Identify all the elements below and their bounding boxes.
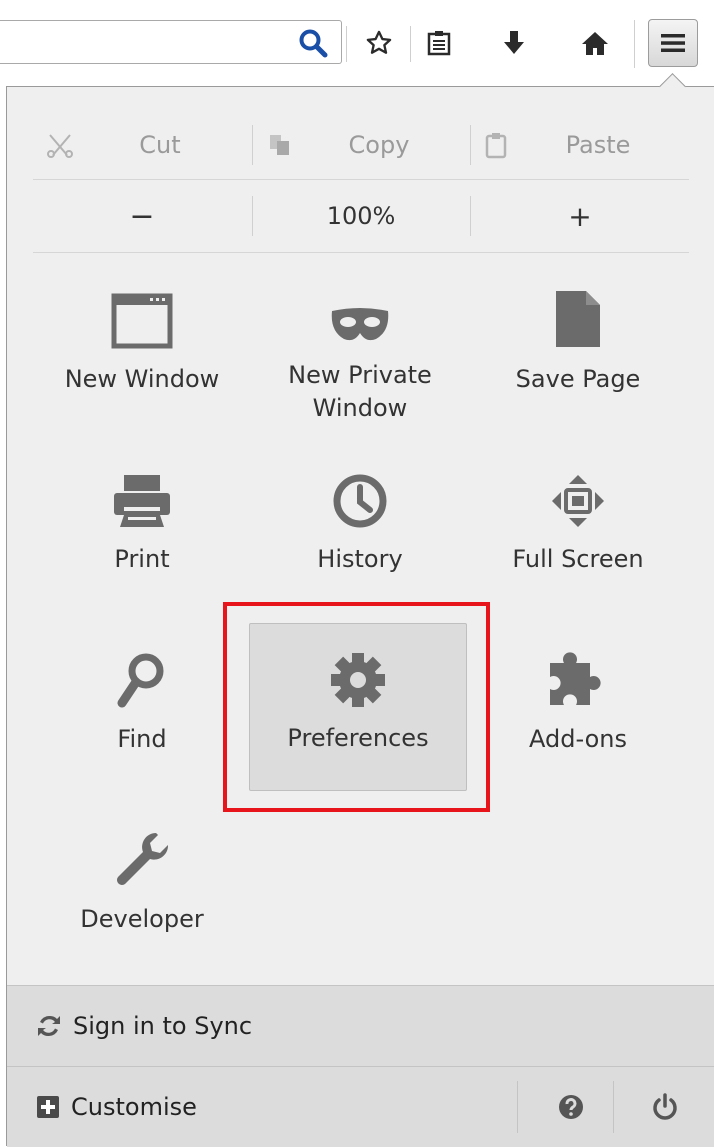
clipboard-icon [485, 131, 507, 159]
tile-preferences[interactable]: Preferences [249, 623, 467, 791]
tile-label: Developer [80, 905, 204, 933]
power-icon [651, 1093, 679, 1121]
paste-label: Paste [565, 131, 631, 159]
sync-label: Sign in to Sync [73, 1012, 253, 1040]
tile-save-page[interactable]: Save Page [469, 259, 687, 425]
tile-history[interactable]: History [251, 439, 469, 605]
paste-button[interactable]: Paste [471, 111, 689, 179]
tile-new-window[interactable]: New Window [33, 259, 251, 425]
copy-icon [267, 132, 293, 158]
customise-label: Customise [71, 1093, 197, 1121]
tile-full-screen[interactable]: Full Screen [469, 439, 687, 605]
help-button[interactable] [535, 1081, 607, 1133]
url-bar[interactable] [0, 20, 342, 64]
tile-label: History [317, 545, 403, 573]
tile-label: New Window [64, 365, 220, 393]
sync-icon [37, 1014, 61, 1038]
quit-button[interactable] [625, 1081, 705, 1133]
menu-footer-bar: Customise [7, 1067, 714, 1147]
plus-box-icon [37, 1096, 59, 1118]
cut-button[interactable]: Cut [33, 111, 251, 179]
private-mask-icon [328, 279, 392, 345]
customise-button[interactable]: Customise [7, 1093, 197, 1121]
zoom-controls-row: − 100% + [33, 180, 689, 253]
copy-button[interactable]: Copy [253, 111, 469, 179]
zoom-in-button[interactable]: + [471, 180, 689, 252]
sign-in-to-sync-button[interactable]: Sign in to Sync [7, 985, 714, 1067]
window-icon [111, 279, 173, 349]
zoom-reset-button[interactable]: 100% [253, 180, 469, 252]
search-icon[interactable] [296, 26, 330, 60]
copy-label: Copy [348, 131, 410, 159]
page-icon [554, 279, 602, 349]
tile-label: Full Screen [512, 545, 644, 573]
wrench-icon [112, 819, 172, 889]
clock-icon [332, 459, 388, 529]
tile-label: Print [114, 545, 170, 573]
fullscreen-arrows-icon [550, 459, 606, 529]
tile-label: New Private Window [288, 361, 432, 422]
tile-new-private-window[interactable]: New Private Window [251, 259, 469, 425]
scissors-icon [47, 132, 73, 158]
tile-label: Save Page [515, 365, 641, 393]
tile-label: Add-ons [529, 725, 627, 753]
tile-add-ons[interactable]: Add-ons [469, 619, 687, 785]
download-icon[interactable] [494, 24, 534, 62]
puzzle-icon [546, 639, 610, 709]
tile-label: Preferences [287, 724, 429, 752]
home-icon[interactable] [574, 24, 616, 62]
zoom-out-button[interactable]: − [33, 180, 251, 252]
reading-list-icon[interactable] [420, 24, 458, 62]
tile-print[interactable]: Print [33, 439, 251, 605]
cut-label: Cut [139, 131, 181, 159]
app-menu-panel: Cut Copy Paste − 100% + New Window New P… [6, 86, 714, 1147]
tile-developer[interactable]: Developer [33, 799, 251, 965]
help-icon [558, 1094, 584, 1120]
gear-icon [330, 638, 386, 708]
bookmark-star-icon[interactable] [360, 24, 398, 62]
magnifier-icon [116, 639, 168, 709]
tile-find[interactable]: Find [33, 619, 251, 785]
browser-toolbar [0, 0, 714, 88]
tile-label: Find [117, 725, 167, 753]
printer-icon [110, 459, 174, 529]
hamburger-menu-icon[interactable] [648, 19, 698, 67]
edit-controls-row: Cut Copy Paste [33, 111, 689, 180]
